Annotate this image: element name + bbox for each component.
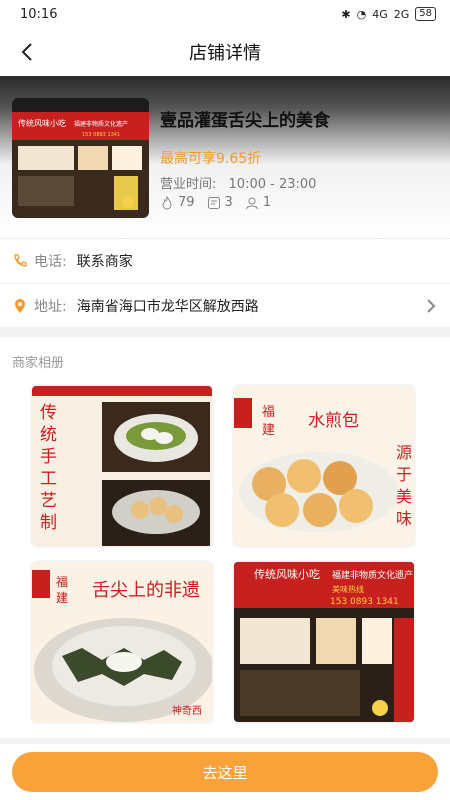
phone-icon <box>12 253 28 269</box>
hours-value: 10:00 - 23:00 <box>228 177 317 192</box>
food-photo-dumpling-soup: 传统手工艺制 <box>32 386 212 546</box>
discount-text: 最高可享9.65折 <box>160 151 262 167</box>
business-hours: 营业时间: 10:00 - 23:00 <box>160 173 316 192</box>
go-here-button[interactable]: 去这里 <box>12 752 438 792</box>
photo4-hotline: 153 0893 1341 <box>330 597 399 607</box>
storefront-line1: 传统风味小吃 <box>18 118 66 128</box>
food-photo-seaweed-soup: 福建 舌尖上的非遗 神奇西 <box>32 562 212 722</box>
food-photo-fried-buns: 福建 水煎包 源于美味 <box>234 386 414 546</box>
photo3-caption-title: 舌尖上的非遗 <box>92 580 200 601</box>
bottom-divider <box>0 738 450 744</box>
comments-stat: 3 <box>207 195 233 210</box>
photo4-hotline-label: 美味热线 <box>332 584 364 594</box>
shop-stats: 79 3 1 <box>160 195 271 210</box>
shop-thumbnail[interactable]: 传统风味小吃 福建非物质文化遗产 153 0893 1341 <box>12 98 149 218</box>
photo3-caption-bottom: 神奇西 <box>172 704 202 717</box>
storefront-photo: 传统风味小吃 福建非物质文化遗产 美味热线 153 0893 1341 <box>234 562 414 722</box>
hours-label: 营业时间: <box>160 177 217 192</box>
signal-2g: 2G <box>393 7 410 21</box>
address-row[interactable]: 地址: 海南省海口市龙华区解放西路 <box>0 283 450 327</box>
shop-header: 传统风味小吃 福建非物质文化遗产 153 0893 1341 壹品灌蛋舌尖上的美… <box>0 76 450 236</box>
bluetooth-icon: ✱ <box>341 7 351 21</box>
page-title: 店铺详情 <box>189 43 261 64</box>
address-value: 海南省海口市龙华区解放西路 <box>76 298 259 315</box>
wifi-icon: ◔ <box>356 7 367 21</box>
location-icon <box>12 298 28 314</box>
photo4-line2: 福建非物质文化遗产 <box>332 569 413 581</box>
chevron-right-icon[interactable] <box>426 298 436 318</box>
address-label: 地址: <box>34 298 67 315</box>
battery-icon: 58 <box>415 7 436 21</box>
album-title: 商家相册 <box>12 356 65 371</box>
photo2-caption-title: 水煎包 <box>308 411 359 431</box>
section-divider <box>0 327 450 337</box>
user-icon <box>245 197 258 209</box>
comment-icon <box>207 196 220 209</box>
likes-stat: 79 <box>160 195 195 210</box>
storefront-line2: 福建非物质文化遗产 <box>74 120 128 128</box>
followers-stat: 1 <box>245 195 271 210</box>
back-button[interactable] <box>12 36 44 68</box>
album-photo-4[interactable]: 传统风味小吃 福建非物质文化遗产 美味热线 153 0893 1341 <box>234 562 414 722</box>
status-icons: ✱ ◔ 4G 2G 58 <box>341 7 436 21</box>
status-time: 10:16 <box>20 6 58 22</box>
chevron-left-icon <box>21 43 32 61</box>
navigation-bar: 店铺详情 <box>0 28 450 76</box>
flame-icon <box>162 195 172 209</box>
storefront-image: 传统风味小吃 福建非物质文化遗产 153 0893 1341 <box>12 98 149 218</box>
album-photo-1[interactable]: 传统手工艺制 <box>32 386 212 546</box>
likes-count: 79 <box>178 195 195 210</box>
phone-row[interactable]: 电话: 联系商家 <box>0 238 450 282</box>
status-bar: 10:16 ✱ ◔ 4G 2G 58 <box>0 0 450 28</box>
storefront-hotline: 153 0893 1341 <box>82 132 120 138</box>
phone-value[interactable]: 联系商家 <box>77 251 133 271</box>
followers-count: 1 <box>262 195 272 210</box>
shop-name: 壹品灌蛋舌尖上的美食 <box>160 111 330 131</box>
phone-label: 电话: <box>34 253 67 270</box>
comments-count: 3 <box>224 195 233 210</box>
photo4-line1: 传统风味小吃 <box>254 568 320 581</box>
album-photo-2[interactable]: 福建 水煎包 源于美味 <box>234 386 414 546</box>
signal-4g: 4G <box>372 7 388 21</box>
album-photo-3[interactable]: 福建 舌尖上的非遗 神奇西 <box>32 562 212 722</box>
